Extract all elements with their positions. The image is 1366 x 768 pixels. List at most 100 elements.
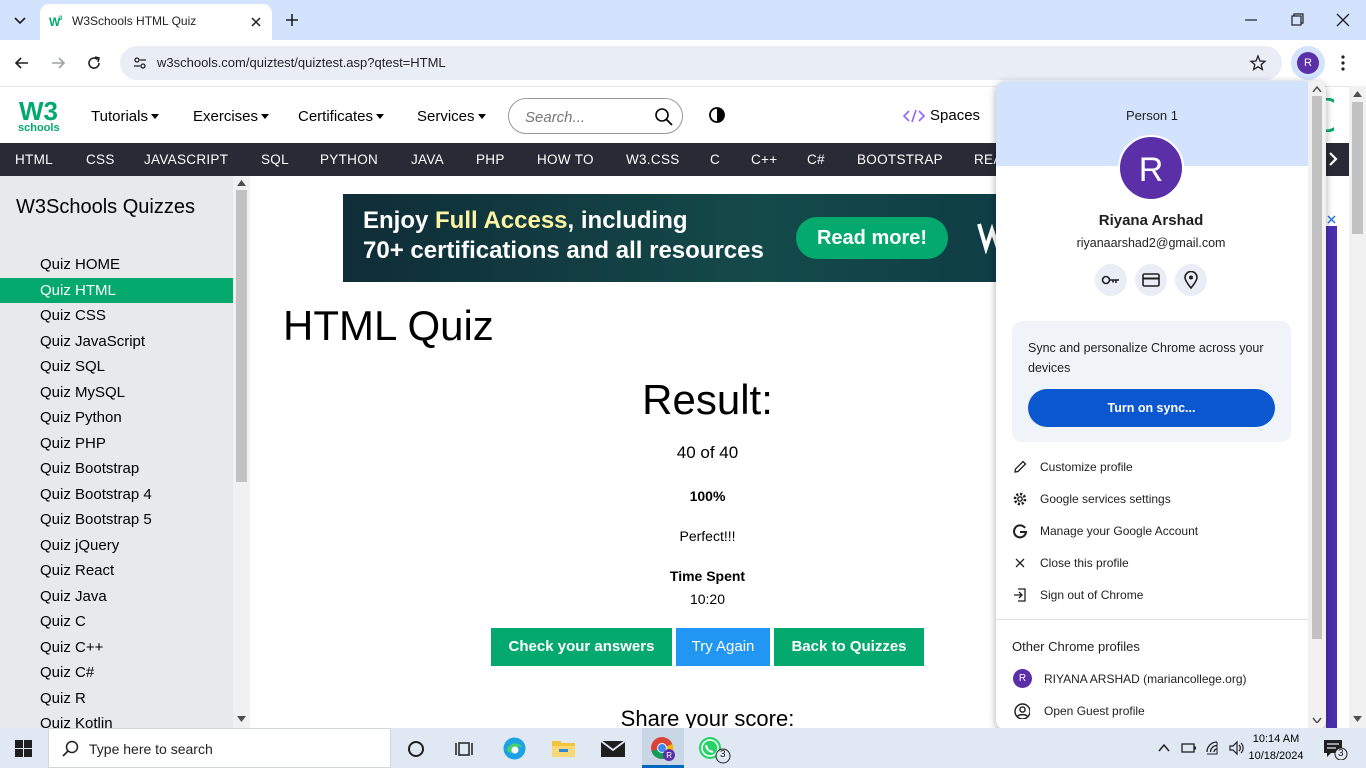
sidebar-item-quiz-react[interactable]: Quiz React [0, 558, 233, 583]
sidebar-item-quiz-jquery[interactable]: Quiz jQuery [0, 533, 233, 558]
start-button[interactable] [15, 740, 32, 757]
other-profile-item[interactable]: R RIYANA ARSHAD (mariancollege.org) [1012, 665, 1292, 693]
sidebar-item-quiz-sql[interactable]: Quiz SQL [0, 354, 233, 379]
close-tab-button[interactable] [248, 14, 264, 30]
topic-csharp[interactable]: C# [807, 152, 825, 167]
sidebar-item-quiz-home[interactable]: Quiz HOME [0, 252, 233, 277]
promo-banner[interactable]: Enjoy Full Access, including 70+ certifi… [343, 194, 1043, 282]
theme-toggle-button[interactable] [708, 106, 726, 124]
passwords-button[interactable] [1095, 264, 1127, 296]
taskbar-search-input[interactable]: Type here to search [48, 728, 391, 768]
close-profile-item[interactable]: Close this profile [1012, 549, 1292, 577]
nav-services[interactable]: Services [417, 108, 486, 125]
topics-next-arrow[interactable] [1326, 148, 1340, 170]
site-info-icon[interactable] [132, 55, 148, 71]
minimize-button[interactable] [1242, 11, 1260, 29]
clock-date[interactable]: 10/18/2024 [1246, 750, 1306, 762]
topic-php[interactable]: PHP [476, 152, 505, 167]
topic-javascript[interactable]: JAVASCRIPT [144, 152, 228, 167]
topic-howto[interactable]: HOW TO [537, 152, 594, 167]
bookmark-star-button[interactable] [1249, 54, 1267, 72]
battery-icon[interactable] [1181, 741, 1197, 755]
payment-methods-button[interactable] [1135, 264, 1167, 296]
address-bar[interactable]: w3schools.com/quiztest/quiztest.asp?qtes… [120, 46, 1282, 80]
active-tab[interactable]: W3 W3Schools HTML Quiz [40, 4, 272, 40]
new-tab-button[interactable] [283, 11, 301, 29]
guest-profile-item[interactable]: Open Guest profile [1012, 697, 1292, 725]
sidebar-item-quiz-bootstrap[interactable]: Quiz Bootstrap [0, 456, 233, 481]
sidebar-item-quiz-python[interactable]: Quiz Python [0, 405, 233, 430]
sidebar-item-quiz-c[interactable]: Quiz C++ [0, 635, 233, 660]
sidebar-item-quiz-css[interactable]: Quiz CSS [0, 303, 233, 328]
login-button-fragment[interactable] [1326, 98, 1334, 132]
tab-search-button[interactable] [10, 10, 30, 30]
sidebar-item-quiz-r[interactable]: Quiz R [0, 686, 233, 711]
customize-profile-item[interactable]: Customize profile [1012, 453, 1292, 481]
sidebar-item-quiz-javascript[interactable]: Quiz JavaScript [0, 329, 233, 354]
read-more-button[interactable]: Read more! [796, 217, 948, 259]
back-button[interactable] [13, 54, 31, 72]
profile-button[interactable]: R [1291, 46, 1325, 80]
show-hidden-icons-button[interactable] [1157, 741, 1171, 755]
mail-icon [600, 740, 626, 757]
manage-google-account-item[interactable]: Manage your Google Account [1012, 517, 1292, 545]
ad-close-button[interactable] [1326, 212, 1337, 226]
nav-tutorials[interactable]: Tutorials [91, 108, 159, 125]
sidebar-item-quiz-kotlin[interactable]: Quiz Kotlin [0, 711, 233, 728]
chrome-taskbar-button[interactable]: R [642, 728, 684, 768]
sidebar-item-quiz-c[interactable]: Quiz C# [0, 660, 233, 685]
volume-icon[interactable] [1228, 740, 1246, 756]
addresses-button[interactable] [1175, 264, 1207, 296]
whatsapp-taskbar-button[interactable]: 3 [697, 736, 731, 764]
cortana-button[interactable] [406, 739, 426, 759]
sidebar-item-quiz-mysql[interactable]: Quiz MySQL [0, 380, 233, 405]
scrollbar-thumb[interactable] [1312, 96, 1322, 639]
topic-w3css[interactable]: W3.CSS [626, 152, 680, 167]
page-scrollbar[interactable] [1349, 86, 1366, 728]
mail-taskbar-button[interactable] [600, 738, 626, 758]
scroll-up-icon [1353, 91, 1362, 97]
forward-button[interactable] [49, 54, 67, 72]
sidebar-item-quiz-bootstrap-5[interactable]: Quiz Bootstrap 5 [0, 507, 233, 532]
restore-button[interactable] [1288, 11, 1306, 29]
sidebar-item-quiz-bootstrap-4[interactable]: Quiz Bootstrap 4 [0, 482, 233, 507]
topic-css[interactable]: CSS [86, 152, 115, 167]
task-view-button[interactable] [454, 739, 474, 759]
topic-html[interactable]: HTML [15, 152, 53, 167]
sidebar-scrollbar[interactable] [233, 176, 250, 728]
sidebar-item-quiz-php[interactable]: Quiz PHP [0, 431, 233, 456]
topic-java[interactable]: JAVA [411, 152, 444, 167]
nav-certificates[interactable]: Certificates [298, 108, 385, 125]
reload-button[interactable] [85, 54, 103, 72]
site-search-input[interactable]: Search... [508, 98, 683, 134]
profile-menu-scrollbar[interactable] [1308, 81, 1326, 730]
sidebar-item-quiz-html[interactable]: Quiz HTML [0, 277, 233, 303]
turn-on-sync-button[interactable]: Turn on sync... [1028, 389, 1275, 427]
check-answers-button[interactable]: Check your answers [491, 628, 672, 666]
scrollbar-thumb[interactable] [1352, 102, 1363, 234]
close-window-button[interactable] [1334, 11, 1352, 29]
chrome-menu-button[interactable] [1336, 54, 1350, 72]
back-to-quizzes-button[interactable]: Back to Quizzes [774, 628, 924, 666]
clock-time[interactable]: 10:14 AM [1246, 733, 1306, 745]
sidebar-item-quiz-c[interactable]: Quiz C [0, 609, 233, 634]
scrollbar-thumb[interactable] [236, 190, 247, 482]
topic-sql[interactable]: SQL [261, 152, 289, 167]
profile-menu: Person 1 R Riyana Arshad riyanaarshad2@g… [996, 81, 1326, 730]
w3schools-logo[interactable]: W3 schools [16, 94, 60, 136]
caret-down-icon [376, 114, 385, 119]
edge-taskbar-button[interactable] [502, 736, 527, 761]
wifi-icon[interactable] [1205, 740, 1223, 756]
notifications-button[interactable]: 3 [1323, 738, 1349, 760]
sidebar-item-quiz-java[interactable]: Quiz Java [0, 584, 233, 609]
search-icon[interactable] [654, 107, 674, 127]
topic-c[interactable]: C [710, 152, 720, 167]
topic-cpp[interactable]: C++ [751, 152, 777, 167]
sign-out-item[interactable]: Sign out of Chrome [1012, 581, 1292, 609]
try-again-button[interactable]: Try Again [676, 628, 770, 666]
topic-bootstrap[interactable]: BOOTSTRAP [857, 152, 943, 167]
google-services-settings-item[interactable]: Google services settings [1012, 485, 1292, 513]
topic-python[interactable]: PYTHON [320, 152, 378, 167]
nav-exercises[interactable]: Exercises [193, 108, 270, 125]
file-explorer-button[interactable] [551, 737, 576, 759]
